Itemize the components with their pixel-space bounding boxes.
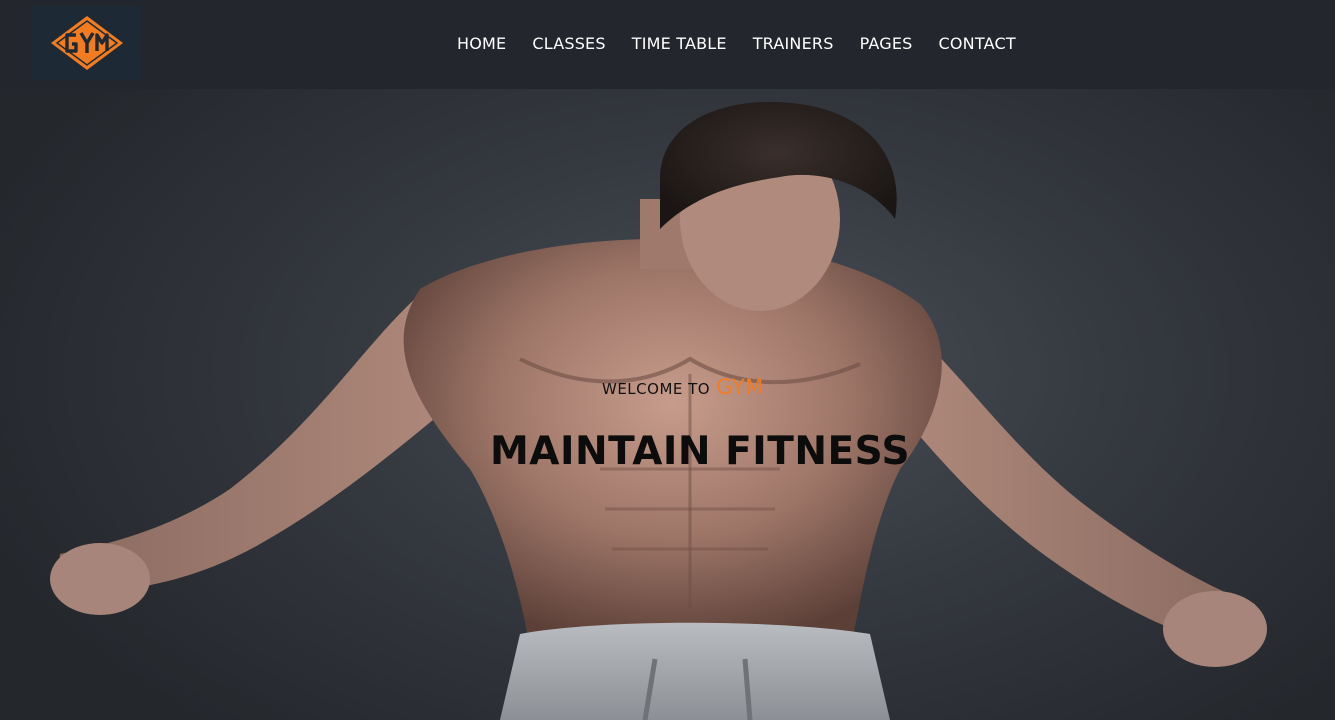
gym-logo-icon	[51, 16, 123, 70]
site-logo[interactable]	[32, 6, 142, 80]
hero-headline: MAINTAIN FITNESS	[490, 429, 911, 474]
welcome-text: WELCOME TO	[602, 380, 711, 398]
nav-time-table[interactable]: TIME TABLE	[632, 34, 727, 53]
nav-pages[interactable]: PAGES	[860, 34, 913, 53]
nav-home[interactable]: HOME	[457, 34, 506, 53]
nav-trainers[interactable]: TRAINERS	[753, 34, 834, 53]
nav-classes[interactable]: CLASSES	[532, 34, 605, 53]
top-navbar: HOME CLASSES TIME TABLE TRAINERS PAGES C…	[0, 0, 1335, 89]
nav-contact[interactable]: CONTACT	[939, 34, 1016, 53]
hero-text-block: WELCOME TO GYM MAINTAIN FITNESS	[0, 89, 1335, 720]
welcome-brand: GYM	[716, 375, 764, 399]
main-nav: HOME CLASSES TIME TABLE TRAINERS PAGES C…	[457, 30, 1016, 56]
welcome-line: WELCOME TO GYM	[602, 375, 764, 399]
hero-banner: WELCOME TO GYM MAINTAIN FITNESS	[0, 89, 1335, 720]
